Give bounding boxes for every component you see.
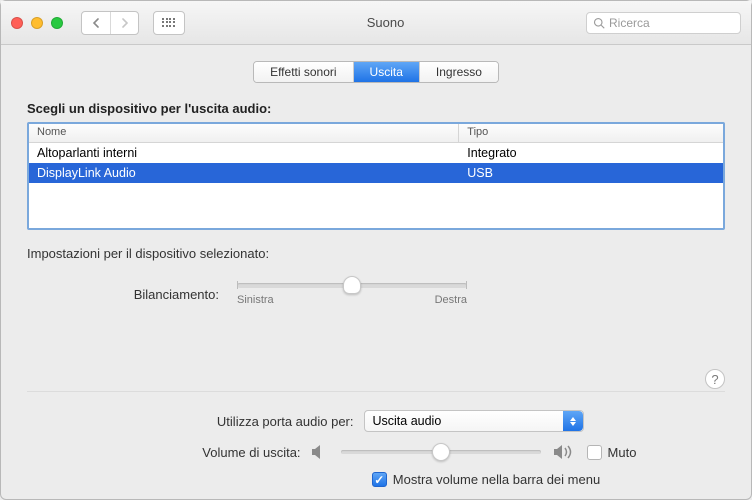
traffic-lights	[11, 17, 63, 29]
back-button[interactable]	[82, 12, 110, 34]
tab-input[interactable]: Ingresso	[420, 62, 498, 82]
tab-bar: Effetti sonori Uscita Ingresso	[27, 61, 725, 83]
balance-row: Bilanciamento: Sinistra Destra	[27, 283, 725, 306]
volume-row: Volume di uscita: Muto	[116, 444, 637, 460]
tab-effects[interactable]: Effetti sonori	[254, 62, 353, 82]
minimize-button[interactable]	[31, 17, 43, 29]
help-button[interactable]: ?	[705, 369, 725, 389]
chevron-left-icon	[91, 18, 101, 28]
sound-preferences-window: Suono Ricerca Effetti sonori Uscita Ingr…	[0, 0, 752, 500]
slider-thumb[interactable]	[343, 276, 361, 294]
device-type: USB	[459, 165, 723, 181]
settings-for-device-label: Impostazioni per il dispositivo selezion…	[27, 246, 725, 261]
mute-label: Muto	[608, 445, 637, 460]
content-area: Effetti sonori Uscita Ingresso Scegli un…	[1, 45, 751, 499]
chevron-right-icon	[120, 18, 130, 28]
titlebar: Suono Ricerca	[1, 1, 751, 45]
device-table: Nome Tipo Altoparlanti interni Integrato…	[27, 122, 725, 230]
balance-slider[interactable]	[237, 283, 467, 288]
select-arrows-icon	[563, 411, 583, 431]
port-label: Utilizza porta audio per:	[169, 414, 354, 429]
grid-icon	[162, 18, 176, 28]
device-name: Altoparlanti interni	[29, 145, 459, 161]
zoom-button[interactable]	[51, 17, 63, 29]
port-select[interactable]: Uscita audio	[364, 410, 584, 432]
device-name: DisplayLink Audio	[29, 165, 459, 181]
window-title: Suono	[193, 15, 578, 30]
column-name[interactable]: Nome	[29, 124, 459, 142]
choose-device-label: Scegli un dispositivo per l'uscita audio…	[27, 101, 725, 116]
bottom-section: Utilizza porta audio per: Uscita audio V…	[27, 391, 725, 487]
volume-label: Volume di uscita:	[116, 445, 301, 460]
volume-high-icon	[553, 444, 575, 460]
table-row[interactable]: Altoparlanti interni Integrato	[29, 143, 723, 163]
menubar-checkbox-label: Mostra volume nella barra dei menu	[393, 472, 600, 487]
table-row[interactable]: DisplayLink Audio USB	[29, 163, 723, 183]
balance-left-label: Sinistra	[237, 294, 274, 306]
port-row: Utilizza porta audio per: Uscita audio	[169, 410, 584, 432]
output-volume-slider[interactable]	[341, 450, 541, 454]
show-in-menubar-checkbox[interactable]	[372, 472, 387, 487]
port-value: Uscita audio	[373, 414, 442, 428]
mute-checkbox[interactable]	[587, 445, 602, 460]
search-placeholder: Ricerca	[609, 16, 650, 30]
search-field[interactable]: Ricerca	[586, 12, 741, 34]
forward-button[interactable]	[110, 12, 138, 34]
tab-output[interactable]: Uscita	[354, 62, 420, 82]
device-type: Integrato	[459, 145, 723, 161]
balance-right-label: Destra	[435, 294, 467, 306]
table-header: Nome Tipo	[29, 124, 723, 143]
nav-buttons	[81, 11, 139, 35]
column-type[interactable]: Tipo	[459, 124, 723, 142]
search-icon	[593, 17, 605, 29]
menubar-checkbox-row: Mostra volume nella barra dei menu	[152, 472, 600, 487]
slider-thumb[interactable]	[432, 443, 450, 461]
volume-low-icon	[311, 444, 329, 460]
close-button[interactable]	[11, 17, 23, 29]
show-all-button[interactable]	[153, 11, 185, 35]
balance-label: Bilanciamento:	[109, 287, 219, 302]
